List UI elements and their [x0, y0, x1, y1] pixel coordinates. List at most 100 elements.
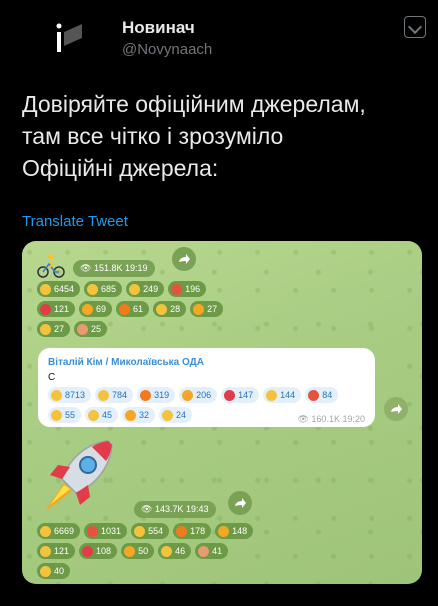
angry-icon	[87, 525, 99, 537]
mind-blown-icon	[125, 409, 137, 421]
reaction-chip-thumbs-up[interactable]: 784	[95, 387, 134, 403]
reaction-chip-angry[interactable]: 1031	[84, 523, 128, 539]
reaction-count: 178	[190, 526, 206, 536]
reaction-chip-exploding-head[interactable]: 148	[215, 523, 254, 539]
scream-icon	[40, 545, 51, 557]
post2-author[interactable]: Віталій Кім / Миколаївська ОДА	[48, 357, 204, 368]
thinking-icon	[40, 283, 51, 295]
reaction-count: 41	[212, 546, 223, 556]
reaction-chip-grin[interactable]: 249	[126, 281, 165, 297]
post3-share-button[interactable]	[228, 491, 252, 515]
angry-icon	[308, 389, 320, 401]
reaction-chip-scream[interactable]: 121	[37, 543, 76, 559]
reaction-count: 45	[102, 410, 113, 420]
cyclist-sticker-icon	[37, 254, 65, 278]
reaction-count: 46	[175, 546, 186, 556]
reaction-chip-heart[interactable]: 147	[221, 387, 260, 403]
reaction-count: 554	[148, 526, 164, 536]
tweet-line-1: Довіряйте офіційним джерелам,	[22, 91, 366, 117]
post2-text: С	[48, 372, 56, 383]
reaction-chip-fire[interactable]: 319	[137, 387, 176, 403]
tweet-media-image[interactable]: 👁 151.8K 19:19 6454 685 249 196 121 69 61 28 27 2…	[22, 241, 422, 584]
reaction-chip-thumbs-up[interactable]: 554	[131, 523, 170, 539]
reaction-count: 147	[238, 390, 254, 400]
more-options-button[interactable]	[404, 16, 426, 38]
forward-arrow-icon	[235, 498, 246, 508]
reaction-chip-mind-blown[interactable]: 27	[190, 301, 224, 317]
reaction-count: 24	[176, 410, 187, 420]
post2-meta: 👁 160.1K 19:20	[297, 414, 365, 425]
avatar-logo-icon	[56, 23, 82, 52]
reaction-chip-thumbs-down[interactable]: 55	[48, 407, 82, 423]
profile-avatar[interactable]	[48, 14, 96, 62]
reaction-chip-clown[interactable]: 25	[74, 321, 108, 337]
clown-icon	[198, 545, 210, 557]
reaction-chip-heart[interactable]: 121	[37, 301, 76, 317]
reaction-count: 121	[54, 304, 70, 314]
reaction-count: 196	[185, 284, 201, 294]
thinking-icon	[40, 525, 51, 537]
reaction-count: 6669	[54, 526, 75, 536]
reaction-chip-mind-blown[interactable]: 50	[121, 543, 155, 559]
clap-icon	[88, 409, 100, 421]
reaction-chip-heart[interactable]: 108	[79, 543, 118, 559]
forward-arrow-icon	[179, 254, 190, 264]
reaction-chip-cry[interactable]: 24	[159, 407, 193, 423]
heart-icon	[82, 545, 94, 557]
reaction-count: 108	[96, 546, 112, 556]
reaction-chip-thinking[interactable]: 6669	[37, 523, 81, 539]
reaction-count: 61	[133, 304, 144, 314]
reaction-chip-fire[interactable]: 178	[173, 523, 212, 539]
reaction-chip-fire[interactable]: 61	[116, 301, 150, 317]
thumbs-down-icon	[156, 303, 168, 315]
reaction-count: 148	[232, 526, 248, 536]
heart-icon	[224, 389, 236, 401]
post2-message-bubble[interactable]: Віталій Кім / Миколаївська ОДА С 8713 784…	[38, 348, 375, 427]
post1-share-button[interactable]	[172, 247, 196, 271]
thumbs-up-icon	[87, 283, 99, 295]
exploding-head-icon	[182, 389, 194, 401]
mind-blown-icon	[193, 303, 205, 315]
translate-tweet-link[interactable]: Translate Tweet	[22, 213, 128, 230]
tweet-line-3: Офіційні джерела:	[22, 155, 219, 181]
reaction-count: 40	[54, 566, 65, 576]
reaction-chip-laugh[interactable]: 27	[37, 321, 71, 337]
reaction-chip-clown[interactable]: 41	[195, 543, 229, 559]
reaction-count: 32	[139, 410, 150, 420]
post2-share-button[interactable]	[384, 397, 408, 421]
reaction-chip-thinking[interactable]: 8713	[48, 387, 92, 403]
reaction-count: 50	[138, 546, 149, 556]
thinking-icon	[51, 389, 62, 401]
reaction-count: 69	[96, 304, 107, 314]
reaction-chip-thumbs-down[interactable]: 46	[158, 543, 192, 559]
reaction-chip-thinking[interactable]: 6454	[37, 281, 81, 297]
exploding-head-icon	[218, 525, 230, 537]
reaction-chip-exploding-head[interactable]: 206	[179, 387, 218, 403]
fire-icon	[140, 389, 152, 401]
exploding-head-icon	[82, 303, 94, 315]
reaction-count: 28	[170, 304, 181, 314]
reaction-count: 55	[65, 410, 76, 420]
author-name[interactable]: Новинач	[122, 18, 195, 38]
reaction-chip-mind-blown[interactable]: 32	[122, 407, 156, 423]
reaction-chip-clap[interactable]: 45	[85, 407, 119, 423]
tweet-text: Довіряйте офіційним джерелам, там все чі…	[22, 88, 422, 184]
author-handle[interactable]: @Novynaach	[122, 41, 212, 58]
post1-reactions: 6454 685 249 196 121 69 61 28 27 27 25	[37, 281, 247, 337]
reaction-count: 319	[154, 390, 170, 400]
reaction-count: 6454	[54, 284, 75, 294]
angry-icon	[171, 283, 183, 295]
reaction-chip-grin[interactable]: 144	[263, 387, 302, 403]
reaction-chip-thumbs-up[interactable]: 685	[84, 281, 123, 297]
post3-views-badge: 👁 143.7K 19:43	[134, 501, 216, 518]
reaction-chip-angry[interactable]: 84	[305, 387, 339, 403]
reaction-count: 121	[54, 546, 70, 556]
thumbs-up-icon	[98, 389, 110, 401]
mind-blown-icon	[124, 545, 136, 557]
reaction-chip-clap[interactable]: 40	[37, 563, 71, 579]
reaction-chip-angry[interactable]: 196	[168, 281, 207, 297]
reaction-chip-exploding-head[interactable]: 69	[79, 301, 113, 317]
post3-reactions: 6669 1031 554 178 148 121 108 50 46 41 40	[37, 523, 257, 579]
post3-time: 19:43	[186, 504, 209, 514]
reaction-chip-thumbs-down[interactable]: 28	[153, 301, 187, 317]
